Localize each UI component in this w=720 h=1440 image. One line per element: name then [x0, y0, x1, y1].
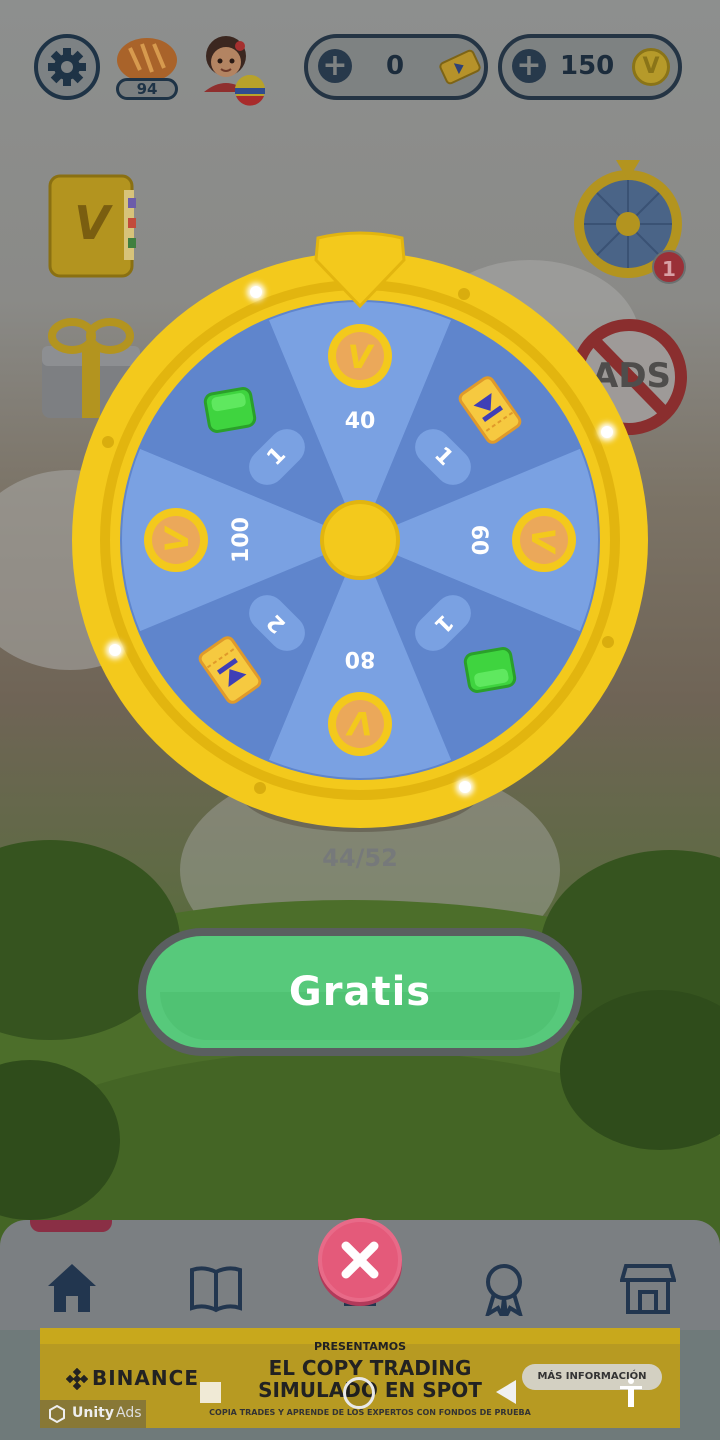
wheel-rewards: 40 V 1 60 V 1 80 V 2 100 V 1: [60, 230, 660, 840]
back-icon[interactable]: [494, 1379, 518, 1405]
shop-nav-icon[interactable]: [620, 1260, 676, 1316]
segment-value-label: 40: [344, 409, 376, 434]
close-icon: [341, 1241, 379, 1279]
coin-icon: V: [511, 507, 577, 573]
home-icon[interactable]: [44, 1260, 100, 1316]
top-bar: 94 + 0 + 150 V: [0, 0, 720, 130]
recents-icon[interactable]: [200, 1382, 221, 1403]
svg-text:V: V: [345, 704, 372, 742]
gratis-spin-button[interactable]: Gratis: [138, 928, 582, 1056]
svg-text:V: V: [348, 338, 375, 376]
ticket-icon: [439, 49, 481, 85]
coin-icon: V: [327, 323, 393, 389]
segment-value-label: 60: [466, 524, 491, 556]
avatar-icon: [204, 36, 265, 106]
coins-value: 150: [560, 51, 615, 81]
coin-icon: V: [143, 507, 209, 573]
level-avatar[interactable]: 94: [116, 34, 178, 100]
coin-icon: V: [327, 691, 393, 757]
coins-counter[interactable]: + 150 V: [498, 34, 682, 100]
settings-button[interactable]: [34, 34, 100, 100]
add-coins-icon[interactable]: +: [512, 49, 546, 83]
ticket-icon: [183, 623, 276, 716]
segment-value-label: 80: [344, 646, 376, 671]
tickets-counter[interactable]: + 0: [304, 34, 488, 100]
gear-icon: [48, 48, 86, 86]
tickets-value: 0: [386, 51, 405, 81]
book-nav-icon[interactable]: [188, 1260, 244, 1316]
home-system-icon[interactable]: [343, 1377, 375, 1409]
close-button[interactable]: [318, 1218, 402, 1302]
segment-value-label: 100: [229, 517, 254, 563]
badge-nav-icon[interactable]: [476, 1260, 532, 1316]
prize-wheel[interactable]: 40 V 1 60 V 1 80 V 2 100 V 1: [60, 230, 660, 840]
spin-progress: 44/52: [322, 844, 398, 872]
nav-badge: [30, 1220, 112, 1232]
gem-icon: [183, 363, 276, 456]
svg-text:V: V: [158, 525, 196, 552]
gratis-label: Gratis: [288, 969, 432, 1015]
add-tickets-icon[interactable]: +: [318, 49, 352, 83]
gratis-button-face: Gratis: [146, 936, 574, 1048]
coin-icon: V: [632, 48, 670, 86]
svg-text:V: V: [524, 528, 562, 555]
player-avatar[interactable]: [196, 34, 268, 106]
level-badge: 94: [116, 78, 178, 100]
system-nav: [0, 1345, 720, 1440]
gem-icon: [443, 623, 536, 716]
bread-icon: [117, 38, 177, 82]
accessibility-icon[interactable]: [618, 1377, 644, 1409]
ticket-icon: [443, 363, 536, 456]
